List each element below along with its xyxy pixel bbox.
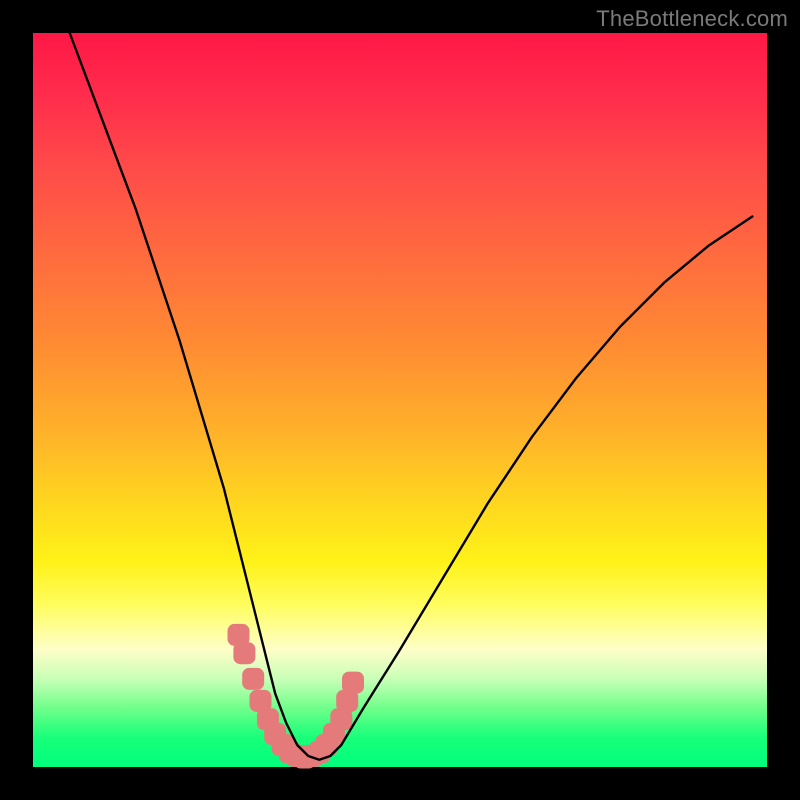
marker-band-group xyxy=(228,624,365,769)
marker-dot xyxy=(342,672,364,694)
marker-dot xyxy=(242,668,264,690)
bottleneck-curve xyxy=(70,33,753,760)
watermark-text: TheBottleneck.com xyxy=(596,6,788,32)
marker-dot xyxy=(233,642,255,664)
chart-frame: TheBottleneck.com xyxy=(0,0,800,800)
chart-svg xyxy=(33,33,767,767)
plot-area xyxy=(33,33,767,767)
